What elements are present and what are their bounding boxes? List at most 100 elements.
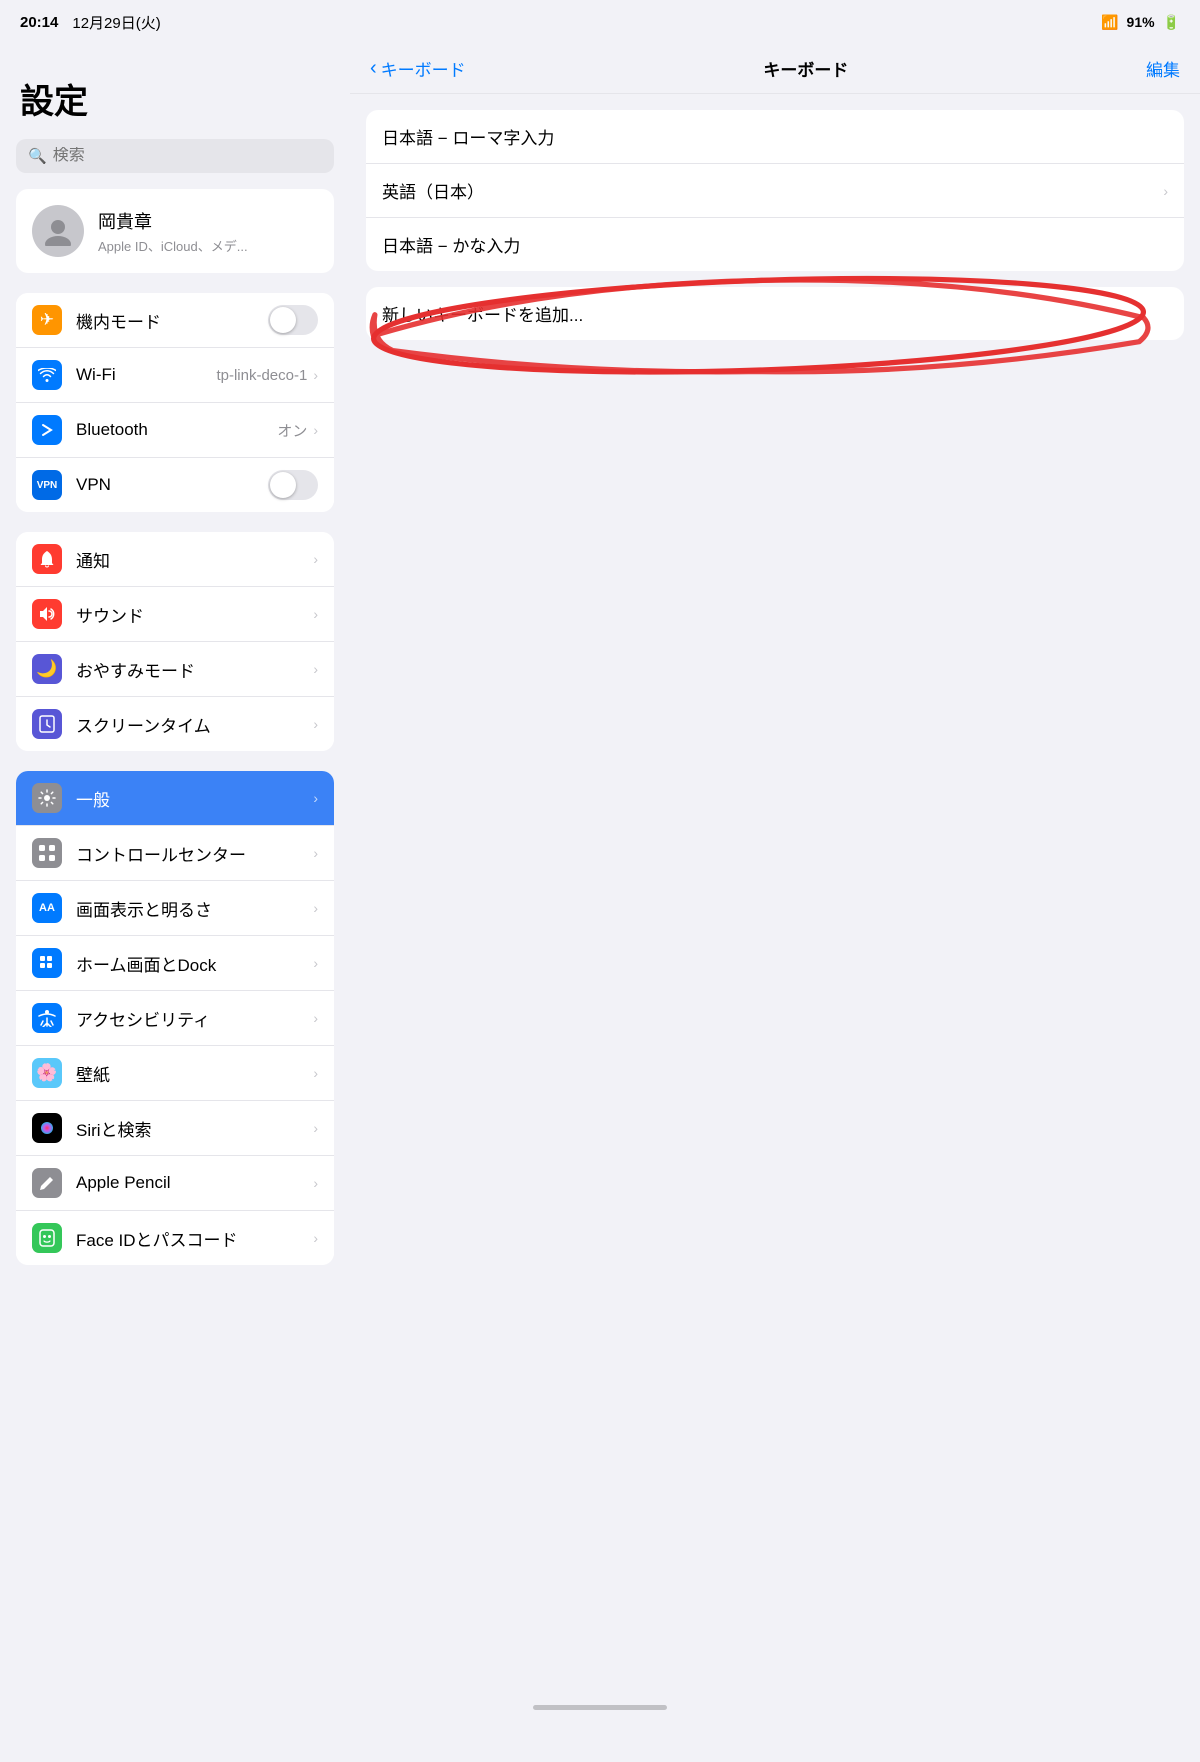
sound-icon	[32, 599, 62, 629]
sidebar-item-faceid[interactable]: Face IDとパスコード ›	[16, 1211, 334, 1265]
notifications-chevron: ›	[313, 551, 318, 567]
status-time: 20:14	[20, 14, 58, 31]
wallpaper-chevron: ›	[313, 1065, 318, 1081]
sidebar-item-applepencil[interactable]: Apple Pencil ›	[16, 1156, 334, 1211]
bluetooth-value: オン	[277, 420, 307, 441]
accessibility-chevron: ›	[313, 1010, 318, 1026]
settings-group-system: 通知 › サウンド › 🌙 おやすみモード › スクリーンタイム ›	[16, 532, 334, 751]
keyboard-english-chevron-icon: ›	[1163, 183, 1168, 199]
battery-percent: 91%	[1127, 14, 1155, 30]
homescreen-chevron: ›	[313, 955, 318, 971]
screentime-label: スクリーンタイム	[76, 712, 299, 737]
wifi-value: tp-link-deco-1	[216, 367, 307, 384]
sidebar-title: 設定	[0, 64, 350, 139]
applepencil-label: Apple Pencil	[76, 1173, 299, 1193]
airplane-icon: ✈	[32, 305, 62, 335]
sidebar-item-siri[interactable]: Siriと検索 ›	[16, 1101, 334, 1156]
wifi-label: Wi-Fi	[76, 365, 202, 385]
search-input[interactable]	[53, 147, 322, 165]
status-date: 12月29日(火)	[72, 12, 160, 33]
wifi-value-area: tp-link-deco-1 ›	[216, 367, 318, 384]
airplane-label: 機内モード	[76, 308, 254, 333]
faceid-label: Face IDとパスコード	[76, 1226, 299, 1251]
vpn-label: VPN	[76, 475, 254, 495]
sound-chevron: ›	[313, 606, 318, 622]
main-layout: 設定 🔍 岡貴章 Apple ID、iCloud、メデ... ✈ 機内モード	[0, 44, 1200, 1718]
avatar	[32, 205, 84, 257]
battery-icon: 🔋	[1163, 14, 1180, 31]
search-icon: 🔍	[28, 147, 47, 165]
display-label: 画面表示と明るさ	[76, 896, 299, 921]
faceid-chevron: ›	[313, 1230, 318, 1246]
controlcenter-label: コントロールセンター	[76, 841, 299, 866]
donotdisturb-chevron: ›	[313, 661, 318, 677]
back-chevron-icon: ‹	[370, 57, 377, 80]
keyboard-list: 日本語 − ローマ字入力 英語（日本） › 日本語 − かな入力	[366, 110, 1184, 271]
general-label: 一般	[76, 786, 299, 811]
status-bar: 20:14 12月29日(火) 📶 91% 🔋	[0, 0, 1200, 44]
siri-icon	[32, 1113, 62, 1143]
wallpaper-icon: 🌸	[32, 1058, 62, 1088]
wallpaper-label: 壁紙	[76, 1061, 299, 1086]
wifi-settings-icon	[32, 360, 62, 390]
sidebar-item-donotdisturb[interactable]: 🌙 おやすみモード ›	[16, 642, 334, 697]
keyboard-item-japanese-roman[interactable]: 日本語 − ローマ字入力	[366, 110, 1184, 164]
search-bar[interactable]: 🔍	[16, 139, 334, 173]
profile-card[interactable]: 岡貴章 Apple ID、iCloud、メデ...	[16, 189, 334, 273]
bluetooth-label: Bluetooth	[76, 420, 263, 440]
keyboard-item-japanese-kana[interactable]: 日本語 − かな入力	[366, 218, 1184, 271]
right-panel-title: キーボード	[466, 56, 1146, 81]
notifications-label: 通知	[76, 547, 299, 572]
profile-name: 岡貴章	[98, 208, 248, 234]
sidebar-item-airplane[interactable]: ✈ 機内モード	[16, 293, 334, 348]
settings-group-connectivity: ✈ 機内モード Wi-Fi tp-link-deco-1 ›	[16, 293, 334, 512]
sidebar-item-screentime[interactable]: スクリーンタイム ›	[16, 697, 334, 751]
back-label: キーボード	[381, 56, 466, 81]
notification-icon	[32, 544, 62, 574]
sidebar-item-general[interactable]: 一般 ›	[16, 771, 334, 826]
sidebar-item-sound[interactable]: サウンド ›	[16, 587, 334, 642]
bluetooth-chevron: ›	[313, 422, 318, 438]
sidebar-item-wallpaper[interactable]: 🌸 壁紙 ›	[16, 1046, 334, 1101]
donotdisturb-icon: 🌙	[32, 654, 62, 684]
sidebar-item-display[interactable]: AA 画面表示と明るさ ›	[16, 881, 334, 936]
sidebar-item-notifications[interactable]: 通知 ›	[16, 532, 334, 587]
sidebar-item-accessibility[interactable]: アクセシビリティ ›	[16, 991, 334, 1046]
keyboard-japanese-kana-label: 日本語 − かな入力	[382, 232, 1168, 257]
bluetooth-icon	[32, 415, 62, 445]
sidebar-item-controlcenter[interactable]: コントロールセンター ›	[16, 826, 334, 881]
add-keyboard-section-wrapper: 新しいキーボードを追加...	[366, 287, 1184, 340]
sidebar: 設定 🔍 岡貴章 Apple ID、iCloud、メデ... ✈ 機内モード	[0, 44, 350, 1718]
right-panel: ‹ キーボード キーボード 編集 日本語 − ローマ字入力 英語（日本） › 日…	[350, 44, 1200, 1718]
screentime-icon	[32, 709, 62, 739]
status-right: 📶 91% 🔋	[1101, 14, 1180, 31]
airplane-toggle-area	[268, 305, 318, 335]
accessibility-icon	[32, 1003, 62, 1033]
sidebar-item-homescreen[interactable]: ホーム画面とDock ›	[16, 936, 334, 991]
keyboard-item-english-japan[interactable]: 英語（日本） ›	[366, 164, 1184, 218]
keyboard-japanese-roman-label: 日本語 − ローマ字入力	[382, 124, 1168, 149]
display-icon: AA	[32, 893, 62, 923]
edit-button[interactable]: 編集	[1146, 56, 1180, 81]
sidebar-item-vpn[interactable]: VPN VPN	[16, 458, 334, 512]
wifi-icon: 📶	[1101, 14, 1118, 31]
bluetooth-value-area: オン ›	[277, 420, 318, 441]
siri-label: Siriと検索	[76, 1116, 299, 1141]
homescreen-icon	[32, 948, 62, 978]
general-icon	[32, 783, 62, 813]
siri-chevron: ›	[313, 1120, 318, 1136]
sidebar-item-wifi[interactable]: Wi-Fi tp-link-deco-1 ›	[16, 348, 334, 403]
keyboard-english-japan-label: 英語（日本）	[382, 178, 1163, 203]
add-keyboard-button[interactable]: 新しいキーボードを追加...	[366, 287, 1184, 340]
vpn-toggle[interactable]	[268, 470, 318, 500]
accessibility-label: アクセシビリティ	[76, 1006, 299, 1031]
applepencil-icon	[32, 1168, 62, 1198]
sidebar-item-bluetooth[interactable]: Bluetooth オン ›	[16, 403, 334, 458]
profile-sub: Apple ID、iCloud、メデ...	[98, 236, 248, 255]
display-chevron: ›	[313, 900, 318, 916]
controlcenter-chevron: ›	[313, 845, 318, 861]
nav-back-button[interactable]: ‹ キーボード	[370, 56, 466, 81]
airplane-toggle[interactable]	[268, 305, 318, 335]
general-chevron: ›	[313, 790, 318, 806]
homescreen-label: ホーム画面とDock	[76, 951, 299, 976]
